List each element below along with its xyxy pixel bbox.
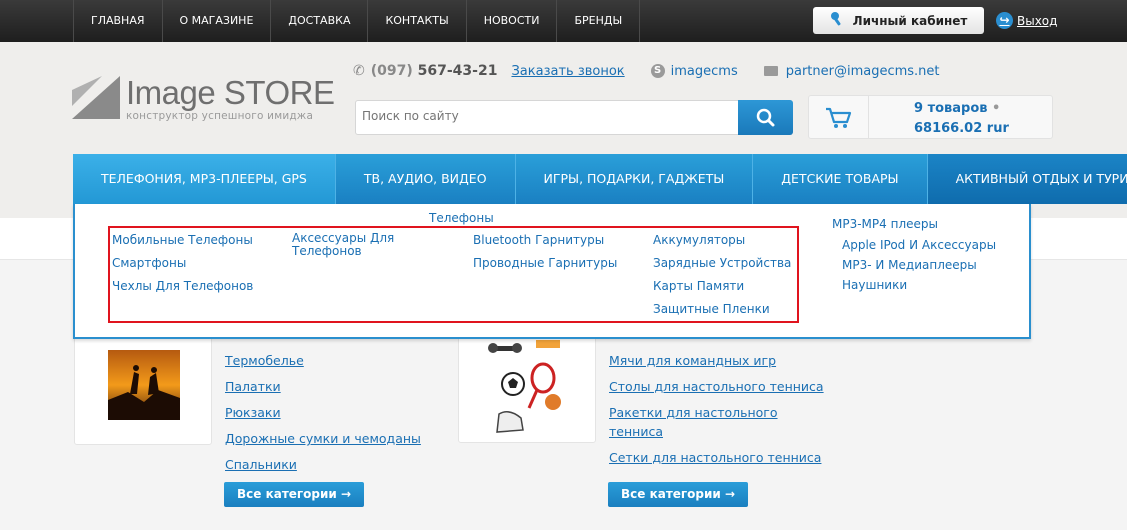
cabinet-label: Личный кабинет [852,13,968,28]
submenu-link[interactable]: Apple IPod И Аксессуары [842,239,996,252]
submenu-link[interactable]: Мобильные Телефоны [112,234,253,247]
topnav-delivery[interactable]: ДОСТАВКА [270,0,367,42]
email-link[interactable]: partner@imagecms.net [786,64,940,79]
exit-link[interactable]: ↪ Выход [996,12,1057,29]
category-link[interactable]: Термобелье [225,351,304,371]
cart-dot: • [992,101,1001,116]
skype-link[interactable]: imagecms [671,64,738,79]
nav-kids[interactable]: ДЕТСКИЕ ТОВАРЫ [753,154,928,204]
submenu-link[interactable]: Чехлы Для Телефонов [112,280,253,293]
category-link[interactable]: Мячи для командных игр [609,351,776,371]
mega-menu-dropdown: Телефоны Мобильные Телефоны Смартфоны Че… [73,204,1031,339]
topnav-news[interactable]: НОВОСТИ [465,0,557,42]
category-link[interactable]: Спальники [225,455,297,475]
submenu-link[interactable]: Смартфоны [112,257,186,270]
dropdown-title[interactable]: Телефоны [429,211,494,225]
cart-summary: 9 товаров • 68166.02 rur [914,99,1009,139]
sports-items-image [488,340,561,433]
topnav-brands[interactable]: БРЕНДЫ [556,0,641,42]
logo-title: Image STORE [126,74,335,111]
cart-total: 68166.02 rur [914,121,1009,136]
skype-icon: S [650,64,665,78]
exit-label: Выход [1017,13,1058,28]
search-box [355,100,793,135]
category-link[interactable]: Ракетки для настольного [609,403,778,423]
search-button[interactable] [738,100,793,135]
hiking-image [108,350,180,420]
logo[interactable]: Image STORE конструктор успешного имиджа [72,74,335,122]
callback-link[interactable]: Заказать звонок [511,64,624,79]
submenu-link[interactable]: Защитные Пленки [653,303,770,316]
all-categories-button[interactable]: Все категории → [608,482,749,507]
top-nav: ГЛАВНАЯ О МАГАЗИНЕ ДОСТАВКА КОНТАКТЫ НОВ… [73,0,641,42]
contacts-bar: ✆ (097) 567-43-21 Заказать звонок S imag… [353,63,940,79]
submenu-link[interactable]: Аксессуары Для Телефонов [292,232,394,258]
category-link[interactable]: Дорожные сумки и чемоданы [225,429,421,449]
search-icon [756,108,775,127]
phone: (097) 567-43-21 [370,63,498,79]
account-cabinet-button[interactable]: Личный кабинет [813,7,984,34]
logo-subtitle: конструктор успешного имиджа [126,110,314,122]
category-link[interactable]: тенниса [609,422,663,442]
search-input[interactable] [362,109,732,123]
category-image-card[interactable] [74,335,212,445]
submenu-link[interactable]: Проводные Гарнитуры [473,257,617,270]
phone-icon: ✆ [353,63,365,79]
nav-tv-audio[interactable]: ТВ, АУДИО, ВИДЕО [336,154,516,204]
logo-mark-icon [72,76,120,119]
submenu-link[interactable]: Bluetooth Гарнитуры [473,234,604,247]
cart-widget[interactable]: 9 товаров • 68166.02 rur [808,95,1053,139]
nav-outdoor[interactable]: АКТИВНЫЙ ОТДЫХ И ТУРИЗМ [927,154,1127,204]
key-icon [830,11,844,30]
nav-telephony[interactable]: ТЕЛЕФОНИЯ, МР3-ПЛЕЕРЫ, GPS [73,154,336,204]
submenu-link[interactable]: MP3- И Медиаплееры [842,259,977,272]
category-image-card[interactable] [458,335,596,443]
category-link[interactable]: Рюкзаки [225,403,281,423]
category-link[interactable]: Палатки [225,377,281,397]
topnav-home[interactable]: ГЛАВНАЯ [73,0,162,42]
submenu-link[interactable]: Зарядные Устройства [653,257,791,270]
exit-icon: ↪ [996,12,1013,29]
category-link[interactable]: Столы для настольного тенниса [609,377,824,397]
submenu-link[interactable]: Карты Памяти [653,280,744,293]
all-categories-button[interactable]: Все категории → [224,482,365,507]
submenu-link[interactable]: Аккумуляторы [653,234,745,247]
category-link[interactable]: Сетки для настольного тенниса [609,448,821,468]
cart-items: 9 товаров [914,101,988,116]
main-nav: ТЕЛЕФОНИЯ, МР3-ПЛЕЕРЫ, GPS ТВ, АУДИО, ВИ… [73,154,1127,204]
topnav-about[interactable]: О МАГАЗИНЕ [161,0,271,42]
submenu-link[interactable]: Наушники [842,279,907,292]
cart-icon [809,96,869,138]
mail-icon [763,66,778,76]
submenu-title-mp3[interactable]: MP3-MP4 плееры [832,218,938,231]
nav-games[interactable]: ИГРЫ, ПОДАРКИ, ГАДЖЕТЫ [516,154,754,204]
topnav-contacts[interactable]: КОНТАКТЫ [367,0,465,42]
